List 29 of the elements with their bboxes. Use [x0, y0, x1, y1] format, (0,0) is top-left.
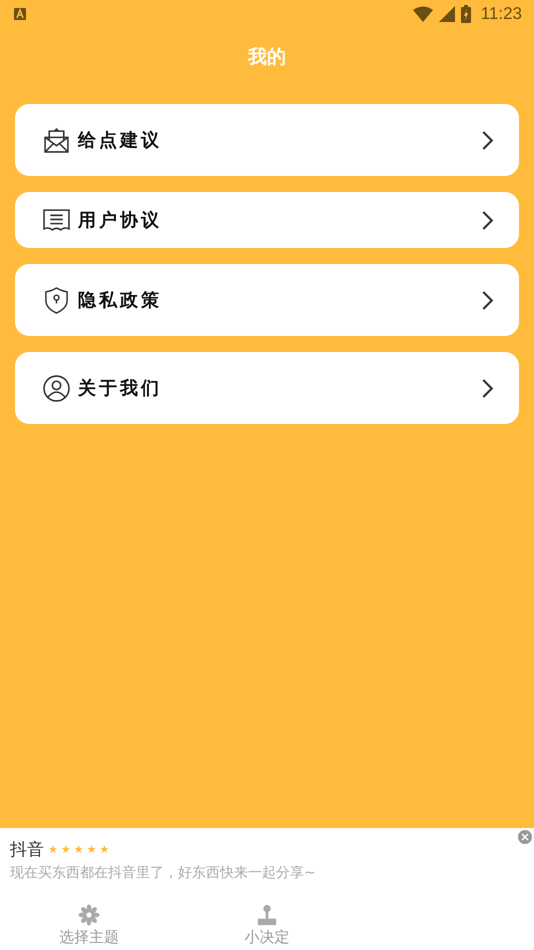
ad-text: 现在买东西都在抖音里了，好东西快来一起分享~: [10, 864, 317, 882]
wifi-icon: [412, 6, 433, 22]
page-title: 我的: [248, 45, 286, 70]
battery-icon: [460, 4, 471, 22]
menu-label: 关于我们: [78, 377, 163, 400]
flower-icon: [78, 904, 100, 926]
signal-icon: [438, 6, 455, 22]
menu-item[interactable]: 关于我们: [15, 352, 519, 424]
document-icon: [43, 206, 70, 234]
close-icon[interactable]: [518, 830, 532, 844]
menu-item[interactable]: 用户协议: [15, 192, 519, 248]
star-rating: ★ ★ ★ ★ ★: [48, 843, 110, 856]
envelope-icon: [43, 126, 70, 154]
chevron-right-icon: [482, 378, 493, 398]
ad-title: 抖音: [10, 839, 44, 861]
ad-banner[interactable]: 抖音 ★ ★ ★ ★ ★ 现在买东西都在抖音里了，好东西快来一起分享~: [0, 828, 534, 900]
menu-item[interactable]: 隐私政策: [15, 264, 519, 336]
menu-label: 隐私政策: [78, 289, 163, 312]
chevron-right-icon: [482, 290, 493, 310]
user-icon: [43, 374, 70, 402]
menu-label: 给点建议: [78, 129, 163, 152]
joystick-icon: [256, 904, 278, 926]
notification-icon: [14, 8, 26, 20]
chevron-right-icon: [482, 210, 493, 230]
menu-item[interactable]: 给点建议: [15, 104, 519, 176]
shield-icon: [43, 286, 70, 314]
status-time: 11:23: [480, 4, 522, 24]
chevron-right-icon: [482, 130, 493, 150]
menu-label: 用户协议: [78, 209, 163, 232]
